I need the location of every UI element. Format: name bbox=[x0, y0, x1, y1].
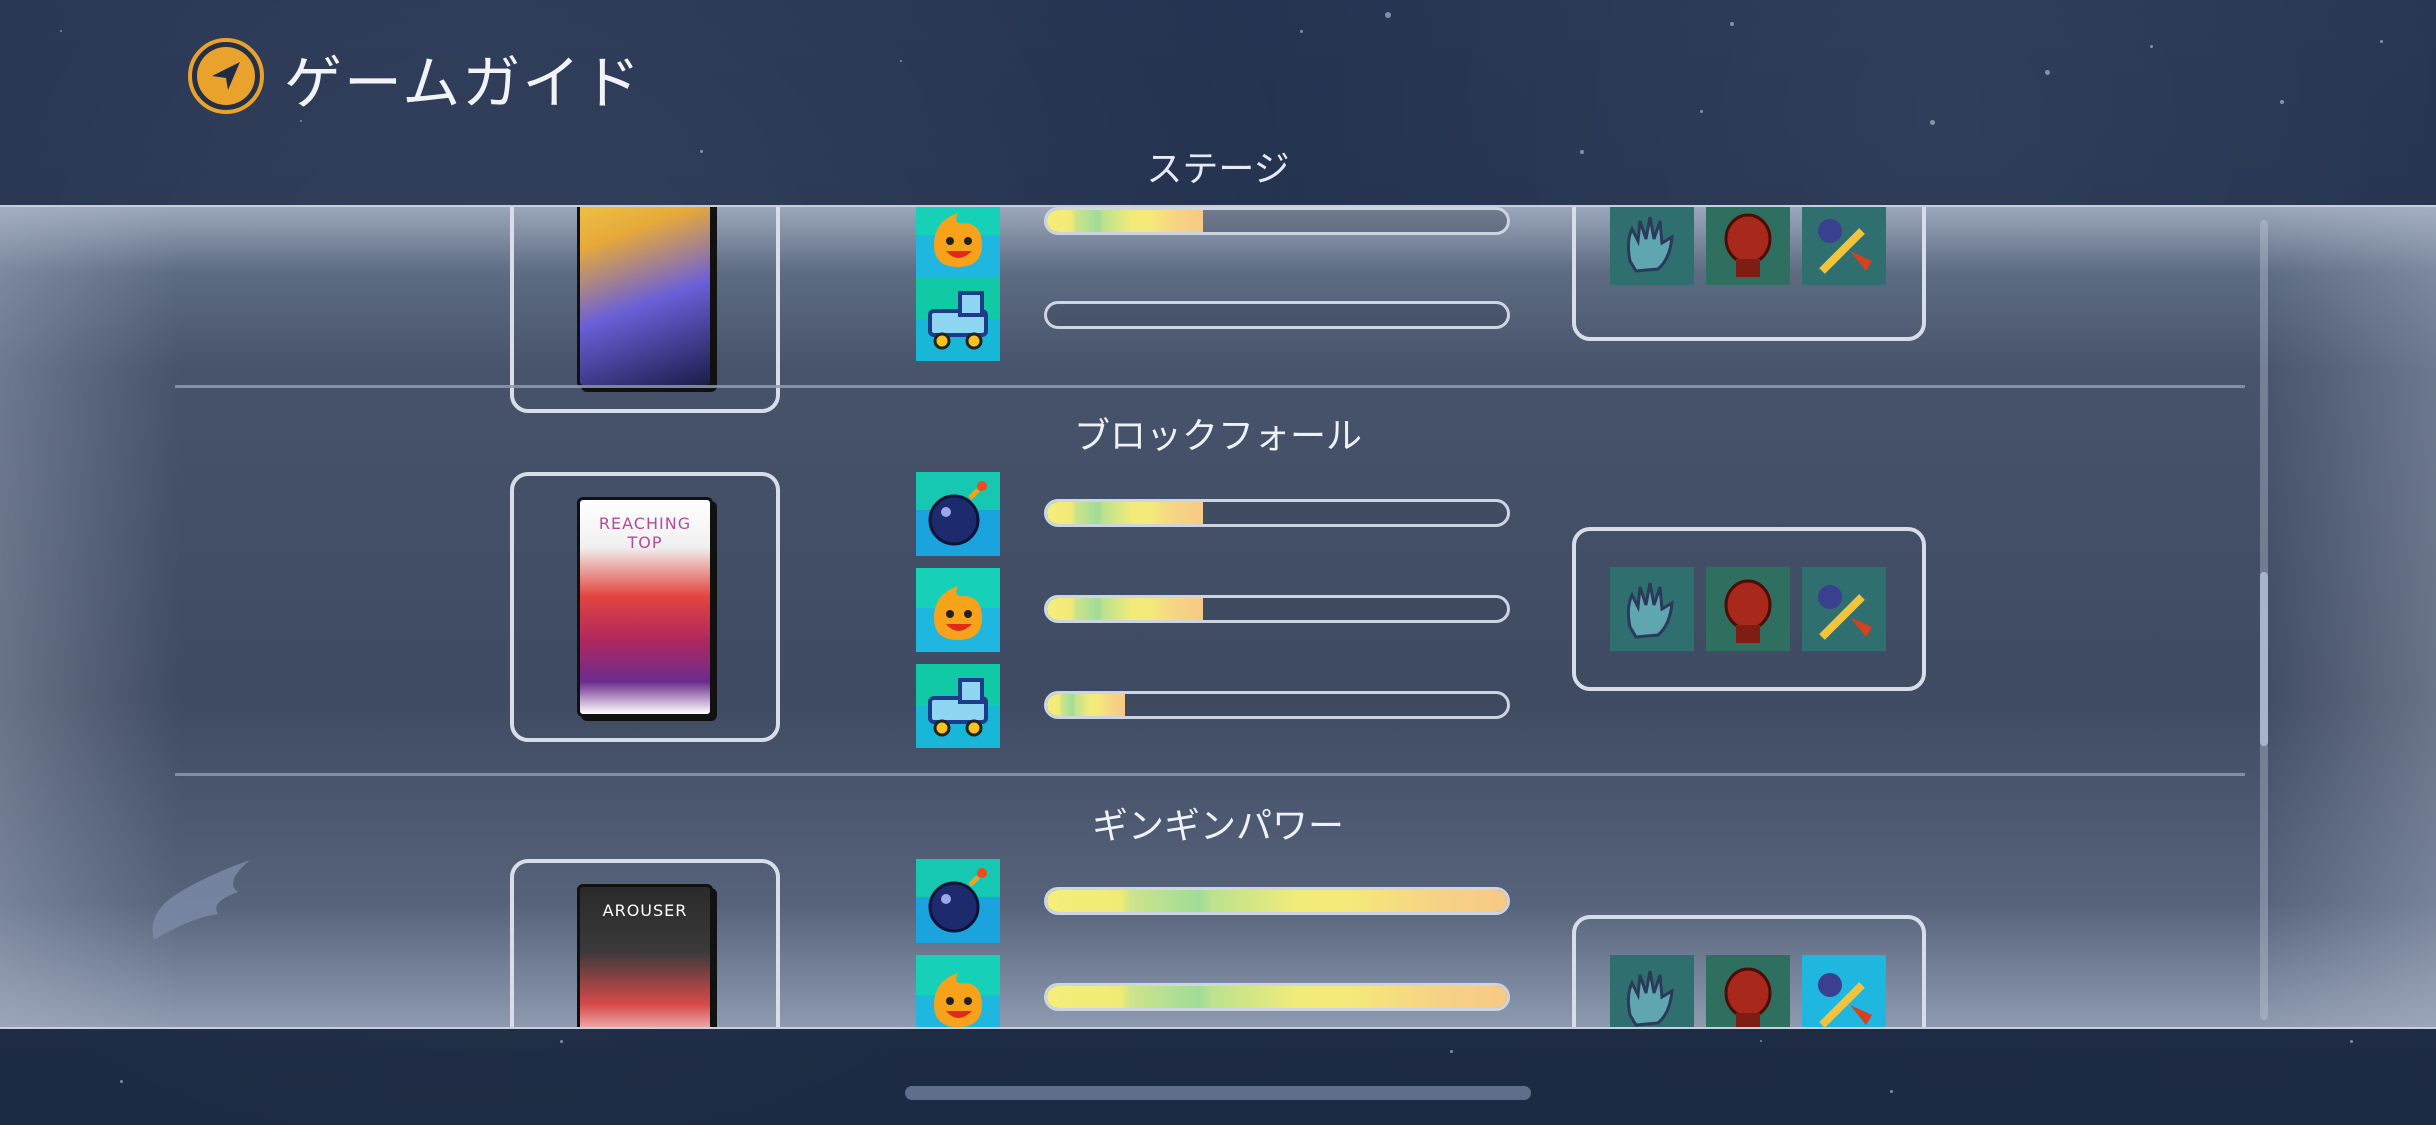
upgrade-items-frame[interactable] bbox=[1572, 915, 1926, 1027]
upgrade-items-frame[interactable] bbox=[1572, 207, 1926, 341]
upgrade-items-frame[interactable] bbox=[1572, 527, 1926, 691]
boxing-glove-icon bbox=[1706, 207, 1790, 285]
section-title: ブロックフォール bbox=[1073, 416, 1362, 457]
glove-icon bbox=[1610, 207, 1694, 285]
glove-icon bbox=[1610, 955, 1694, 1027]
mace-icon bbox=[1802, 567, 1886, 651]
glove-icon bbox=[1610, 567, 1694, 651]
back-button[interactable] bbox=[188, 38, 264, 114]
comet-decoration bbox=[140, 852, 260, 956]
progress-bar bbox=[1044, 887, 1510, 915]
flame-face-icon bbox=[916, 207, 1000, 279]
stage-cover: AROUSER bbox=[577, 884, 713, 1027]
stage-list-panel[interactable]: ブロックフォール REACHING TOP ギンギンパワー AROUSER bbox=[0, 205, 2436, 1029]
section-title: ギンギンパワー bbox=[1091, 806, 1344, 847]
scrollbar-thumb[interactable] bbox=[2260, 572, 2268, 746]
boxing-glove-icon bbox=[1706, 567, 1790, 651]
boxing-glove-icon bbox=[1706, 955, 1790, 1027]
star bbox=[1760, 1040, 1762, 1042]
home-indicator[interactable] bbox=[905, 1086, 1531, 1100]
stage-cover: REACHING TOP bbox=[577, 497, 713, 717]
section-divider bbox=[175, 773, 2245, 776]
tab-stage[interactable]: ステージ bbox=[0, 140, 2436, 192]
mace-icon bbox=[1802, 955, 1886, 1027]
star bbox=[120, 1080, 123, 1083]
cart-icon bbox=[916, 277, 1000, 361]
star bbox=[2350, 1040, 2353, 1043]
stage-cover-frame[interactable]: AROUSER bbox=[510, 859, 780, 1027]
stage-cover-frame[interactable]: REACHING TOP bbox=[510, 472, 780, 742]
progress-bar bbox=[1044, 595, 1510, 623]
header: ゲームガイド ステージ bbox=[0, 0, 2436, 205]
progress-bar bbox=[1044, 983, 1510, 1011]
section-divider bbox=[175, 385, 2245, 388]
star bbox=[1890, 1090, 1893, 1093]
flame-face-icon bbox=[916, 955, 1000, 1027]
stage-cover-frame[interactable] bbox=[510, 207, 780, 413]
progress-bar bbox=[1044, 691, 1510, 719]
star bbox=[1450, 1050, 1453, 1053]
progress-bar bbox=[1044, 301, 1510, 329]
mace-icon bbox=[1802, 207, 1886, 285]
bomb-icon bbox=[916, 859, 1000, 943]
flame-face-icon bbox=[916, 568, 1000, 652]
stage-cover bbox=[577, 207, 713, 388]
back-arrow-icon bbox=[197, 47, 255, 105]
page-title: ゲームガイド bbox=[284, 49, 643, 117]
progress-bar bbox=[1044, 207, 1510, 235]
star bbox=[560, 1040, 563, 1043]
bomb-icon bbox=[916, 472, 1000, 556]
progress-bar bbox=[1044, 499, 1510, 527]
cart-icon bbox=[916, 664, 1000, 748]
